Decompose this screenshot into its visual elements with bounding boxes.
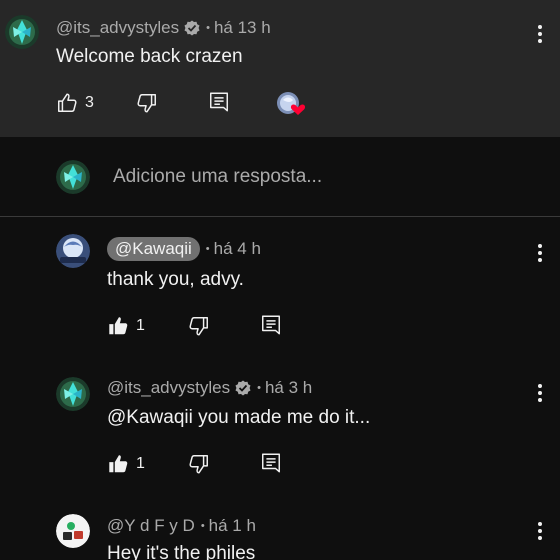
separator-dot: • bbox=[200, 520, 205, 532]
avatar-image bbox=[56, 377, 90, 411]
divider bbox=[0, 216, 560, 217]
verified-icon bbox=[235, 380, 251, 396]
separator-dot: • bbox=[206, 22, 210, 34]
reply-meta: @Kawaqii • há 4 h bbox=[107, 237, 261, 261]
dislike-button[interactable] bbox=[188, 315, 210, 337]
avatar[interactable] bbox=[56, 234, 90, 268]
more-options-button[interactable] bbox=[530, 381, 550, 405]
avatar-image bbox=[56, 160, 90, 194]
separator-dot: • bbox=[205, 243, 210, 255]
reply-author[interactable]: @Y d F y D bbox=[107, 516, 195, 536]
like-count: 1 bbox=[136, 455, 145, 472]
reply-time[interactable]: há 4 h bbox=[214, 239, 261, 259]
reply-author[interactable]: @Kawaqii bbox=[107, 237, 200, 261]
verified-icon bbox=[184, 20, 200, 36]
like-button[interactable] bbox=[56, 92, 78, 114]
avatar[interactable] bbox=[56, 514, 90, 548]
avatar-image bbox=[56, 234, 90, 268]
reply-time[interactable]: há 1 h bbox=[209, 516, 256, 536]
reply-actions: 1 bbox=[107, 315, 145, 337]
reply-actions: 1 bbox=[107, 453, 145, 475]
reply-text: @Kawaqii you made me do it... bbox=[107, 407, 371, 428]
more-vert-icon bbox=[538, 25, 542, 43]
avatar-image bbox=[5, 15, 39, 49]
reply-button[interactable] bbox=[260, 452, 282, 474]
comment-time[interactable]: há 13 h bbox=[214, 18, 271, 38]
comment-text: Welcome back crazen bbox=[56, 46, 243, 67]
creator-heart bbox=[276, 91, 306, 117]
more-options-button[interactable] bbox=[530, 241, 550, 265]
dislike-button[interactable] bbox=[188, 453, 210, 475]
avatar[interactable] bbox=[5, 15, 39, 49]
more-vert-icon bbox=[538, 522, 542, 540]
avatar-image bbox=[56, 514, 90, 548]
more-options-button[interactable] bbox=[530, 22, 550, 46]
reply-button[interactable] bbox=[260, 314, 282, 336]
reply-text: Hey it's the philes bbox=[107, 543, 256, 560]
like-count: 1 bbox=[136, 317, 145, 334]
avatar[interactable] bbox=[56, 377, 90, 411]
comment-meta: @its_advystyles • há 13 h bbox=[56, 18, 271, 38]
separator-dot: • bbox=[257, 382, 261, 394]
reply-text: thank you, advy. bbox=[107, 269, 244, 290]
reply-meta: @Y d F y D • há 1 h bbox=[107, 516, 256, 536]
more-vert-icon bbox=[538, 244, 542, 262]
reply-meta: @its_advystyles • há 3 h bbox=[107, 378, 312, 398]
reply-button[interactable] bbox=[208, 91, 230, 113]
more-options-button[interactable] bbox=[530, 519, 550, 543]
like-button[interactable] bbox=[107, 315, 129, 337]
more-vert-icon bbox=[538, 384, 542, 402]
reply-input[interactable]: Adicione uma resposta... bbox=[113, 166, 322, 188]
like-button[interactable] bbox=[107, 453, 129, 475]
reply-author[interactable]: @its_advystyles bbox=[107, 378, 230, 398]
dislike-button[interactable] bbox=[136, 92, 158, 114]
comment-author[interactable]: @its_advystyles bbox=[56, 18, 179, 38]
reply-time[interactable]: há 3 h bbox=[265, 378, 312, 398]
creator-heart-icon bbox=[277, 92, 306, 115]
like-count: 3 bbox=[85, 94, 94, 111]
comment-actions: 3 bbox=[56, 92, 94, 114]
current-user-avatar bbox=[56, 160, 90, 194]
